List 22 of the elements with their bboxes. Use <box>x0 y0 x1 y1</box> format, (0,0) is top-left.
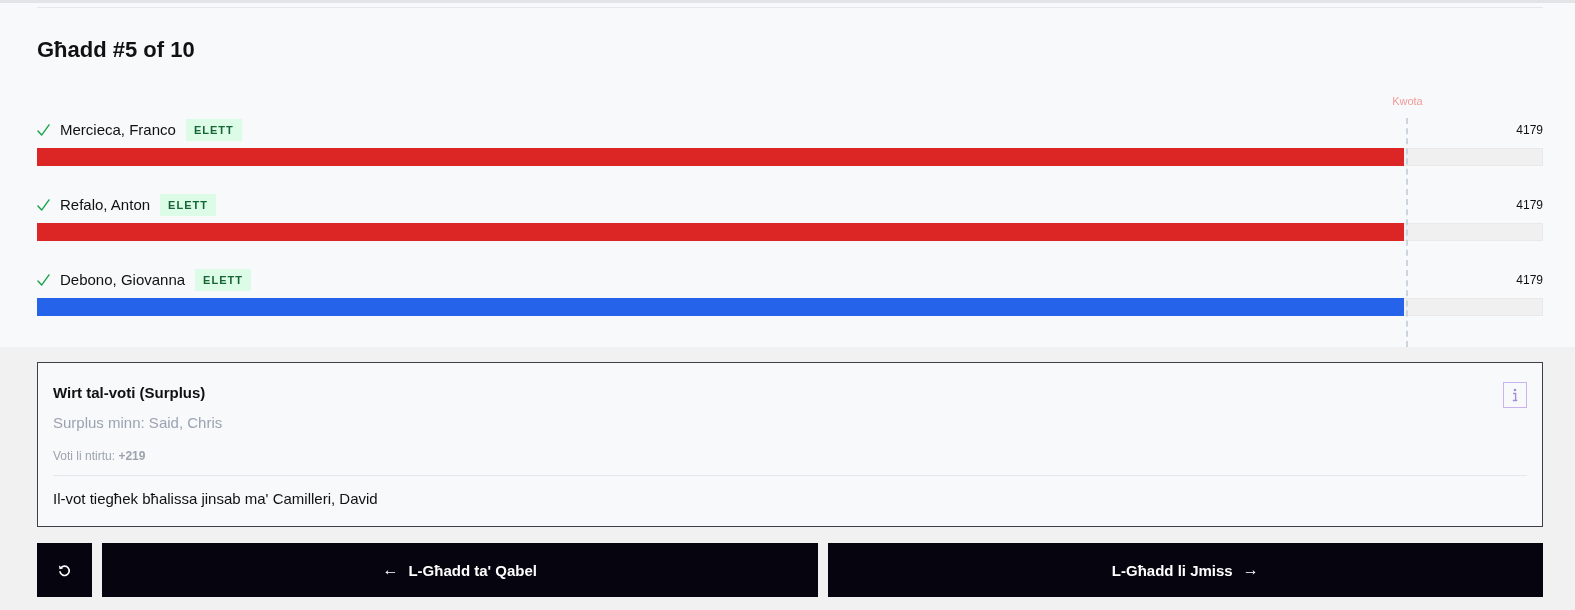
quota-label: Kwota <box>1392 94 1423 108</box>
previous-round-button[interactable]: ← L-Għadd ta' Qabel <box>102 543 818 597</box>
vote-status: Il-vot tiegħek bħalissa jinsab ma' Camilleri, David <box>53 489 379 509</box>
left-arrow-icon: ← <box>382 561 399 579</box>
elected-badge: ELETT <box>195 269 251 291</box>
vote-count: 4179 <box>1516 272 1543 288</box>
elected-badge: ELETT <box>160 194 216 216</box>
transfer-title: Wirt tal-voti (Surplus) <box>53 383 206 403</box>
elected-badge: ELETT <box>185 119 242 141</box>
vote-count: 4179 <box>1516 197 1543 213</box>
reset-button[interactable] <box>37 543 92 597</box>
circular-arrow-icon <box>58 563 71 577</box>
next-round-button[interactable]: L-Għadd li Jmiss → <box>827 543 1543 597</box>
received-votes: Voti li ntirtu: +219 <box>53 448 147 464</box>
vote-count: 4179 <box>1516 122 1543 138</box>
surplus-source: Surplus minn: Said, Chris <box>53 413 224 433</box>
round-title: Għadd #5 of 10 <box>37 36 195 64</box>
candidate-name: Mercieca, Franco <box>60 120 176 140</box>
info-icon[interactable] <box>1503 382 1527 408</box>
candidate-name: Debono, Giovanna <box>60 270 186 290</box>
candidate-name: Refalo, Anton <box>60 195 151 215</box>
right-arrow-icon: → <box>1242 561 1259 579</box>
